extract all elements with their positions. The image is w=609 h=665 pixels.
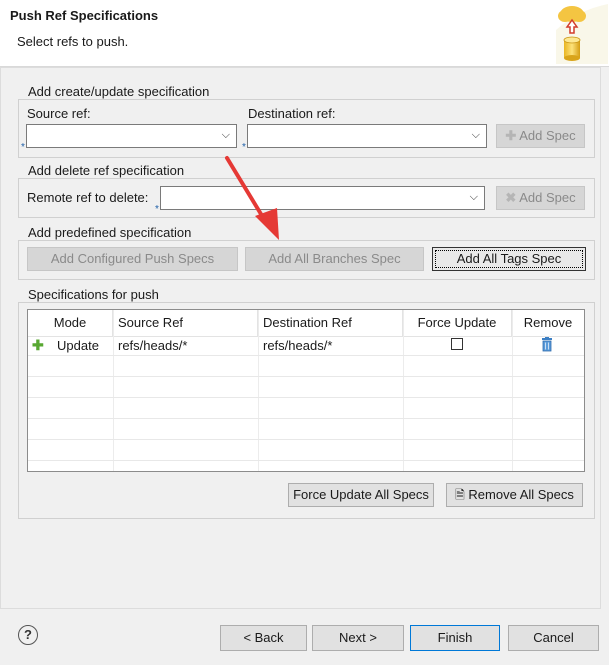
chevron-down-icon[interactable]: ⌵ [222,129,230,142]
add-configured-push-specs-button[interactable]: Add Configured Push Specs [27,247,238,271]
delete-x-icon: ✖ [505,190,517,205]
column-header-remove[interactable]: Remove [512,310,584,336]
row-source-ref: refs/heads/* [118,338,188,353]
help-icon[interactable]: ? [18,625,38,645]
add-all-branches-spec-button[interactable]: Add All Branches Spec [245,247,424,271]
delete-ref-group-title: Add delete ref specification [26,163,187,178]
dialog-header: Push Ref Specifications Select refs to p… [0,0,609,67]
chevron-down-icon[interactable]: ⌵ [470,191,478,204]
grid-line [28,376,584,377]
grid-line [403,310,404,471]
grid-line [28,439,584,440]
force-update-all-specs-button[interactable]: Force Update All Specs [288,483,434,507]
row-mode: Update [57,338,99,353]
destination-ref-label: Destination ref: [248,106,336,121]
grid-line [28,460,584,461]
column-header-source-ref[interactable]: Source Ref [113,310,258,336]
dialog-title: Push Ref Specifications [10,8,159,23]
remove-all-specs-button[interactable]: 🗎 Remove All Specs [446,483,583,507]
add-plus-icon: ✚ [32,337,44,353]
annotation-arrow [225,156,279,240]
table-header: Mode Source Ref Destination Ref Force Up… [28,310,584,337]
trash-icon[interactable] [541,337,553,355]
create-update-group-title: Add create/update specification [26,84,212,99]
remote-ref-combo[interactable]: ⌵ [160,186,485,210]
grid-line [28,418,584,419]
remove-all-icon: 🗎 [455,488,465,502]
specs-group-title: Specifications for push [26,287,161,302]
plus-icon: ✚ [505,128,517,143]
cancel-button[interactable]: Cancel [508,625,599,651]
add-spec-label: Add Spec [519,128,576,143]
add-spec-label: Add Spec [519,190,576,205]
grid-line [28,355,584,356]
grid-line [28,397,584,398]
specs-table: Mode Source Ref Destination Ref Force Up… [27,309,585,472]
grid-line [258,310,259,471]
grid-line [113,310,114,471]
git-push-banner-icon [548,0,608,64]
predefined-group-title: Add predefined specification [26,225,194,240]
add-all-tags-spec-button[interactable]: Add All Tags Spec [432,247,586,271]
table-row[interactable]: ✚ Update refs/heads/* refs/heads/* [28,336,584,355]
dialog-subtitle: Select refs to push. [17,34,129,49]
add-delete-spec-button[interactable]: ✖ Add Spec [496,186,585,210]
source-ref-label: Source ref: [27,106,91,121]
row-destination-ref: refs/heads/* [263,338,333,353]
source-ref-combo[interactable]: ⌵ [26,124,237,148]
remove-all-label: Remove All Specs [468,487,574,502]
back-button[interactable]: < Back [220,625,307,651]
chevron-down-icon[interactable]: ⌵ [472,129,480,142]
column-header-destination-ref[interactable]: Destination Ref [258,310,403,336]
destination-ref-combo[interactable]: ⌵ [247,124,487,148]
column-header-mode[interactable]: Mode [28,310,113,336]
required-marker: * [21,142,25,153]
force-update-checkbox[interactable] [451,338,463,350]
add-create-spec-button[interactable]: ✚ Add Spec [496,124,585,148]
column-header-force-update[interactable]: Force Update [403,310,512,336]
grid-line [512,310,513,471]
finish-button[interactable]: Finish [410,625,500,651]
remote-ref-label: Remote ref to delete: [27,190,149,205]
required-marker: * [155,204,159,215]
next-button[interactable]: Next > [312,625,404,651]
